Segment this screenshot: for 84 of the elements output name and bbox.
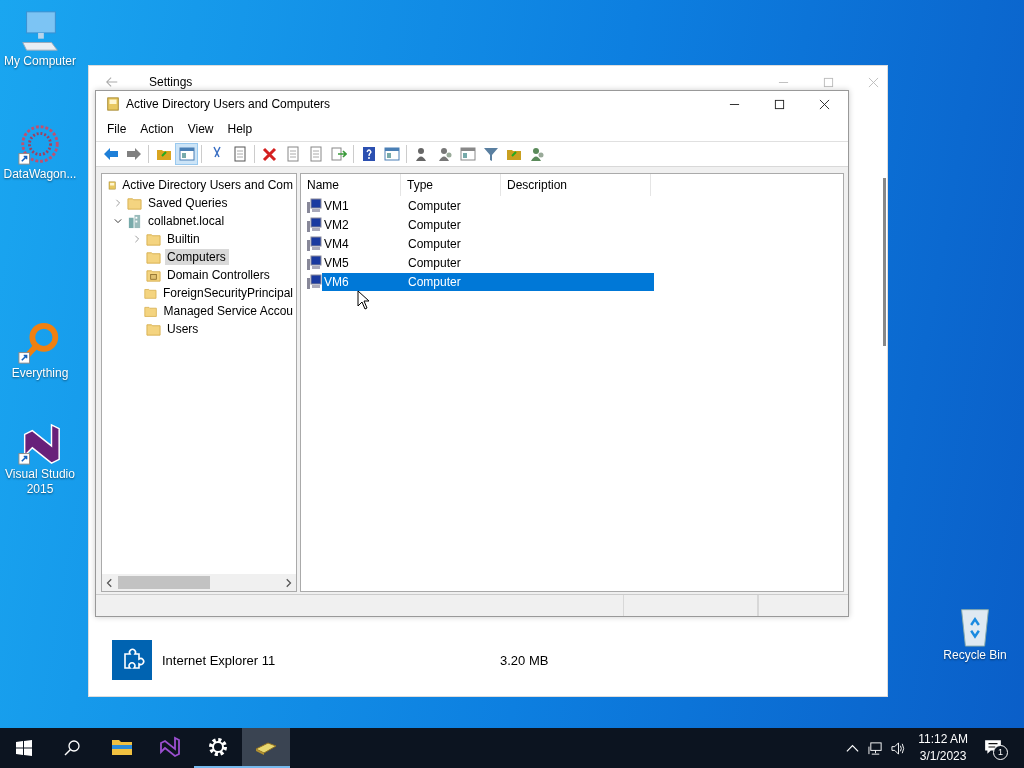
back-icon (102, 146, 119, 162)
list-row[interactable]: VM6 Computer (322, 272, 654, 291)
window-title: Settings (149, 75, 193, 89)
network-icon[interactable] (868, 740, 884, 756)
notification-badge: 1 (993, 745, 1008, 760)
table-cell: Computer (408, 274, 461, 289)
column-header[interactable]: Description (501, 174, 651, 196)
help-icon (360, 146, 377, 162)
addgroup-icon (528, 146, 545, 162)
tree-item[interactable]: Managed Service Accou (161, 303, 296, 319)
list-row[interactable]: VM5 Computer (322, 253, 654, 272)
table-cell-text: VM4 (324, 236, 350, 251)
tree-item[interactable]: ForeignSecurityPrincipal (160, 285, 296, 301)
folder-icon (146, 231, 161, 247)
folder-icon (146, 321, 161, 337)
aduc-taskbar-button[interactable] (242, 728, 290, 768)
menu-item[interactable]: View (180, 122, 221, 136)
tree-icon (178, 146, 195, 162)
app-size: 3.20 MB (500, 652, 549, 668)
computer-icon (306, 216, 322, 233)
menu-item[interactable]: File (100, 122, 134, 136)
scroll-left-icon[interactable] (105, 577, 115, 588)
scrollbar-thumb[interactable] (118, 576, 210, 589)
folder-icon (146, 267, 161, 283)
clock-date: 3/1/2023 (919, 748, 967, 765)
forward-icon (125, 146, 142, 162)
computer-icon (306, 273, 322, 290)
clock[interactable]: 11:12 AM 3/1/2023 (918, 731, 968, 765)
list-row[interactable]: VM1 Computer (322, 196, 654, 215)
book-icon (106, 97, 120, 111)
app-name[interactable]: Internet Explorer 11 (162, 652, 500, 668)
group-icon (436, 146, 453, 162)
visualstudio-icon[interactable] (17, 421, 63, 467)
table-cell-text: VM2 (324, 217, 350, 232)
filter-icon (482, 146, 499, 162)
tree-item[interactable]: Builtin (165, 231, 203, 247)
puzzle-icon (112, 640, 152, 680)
scrollbar[interactable] (883, 178, 886, 346)
column-header[interactable]: Type (401, 174, 501, 196)
pointer-icon (357, 290, 369, 310)
list-row[interactable]: VM2 Computer (322, 215, 654, 234)
tree-item[interactable]: collabnet.local (146, 213, 228, 229)
building-icon (127, 213, 142, 229)
export-icon (330, 146, 347, 162)
window-title: Active Directory Users and Computers (126, 97, 331, 111)
table-cell: Computer (408, 255, 461, 270)
visualstudio-icon (158, 735, 182, 759)
folder-icon (146, 249, 161, 265)
folder-icon (127, 195, 142, 211)
pane-icon (383, 146, 400, 162)
horizontal-scrollbar[interactable] (102, 574, 296, 591)
properties-icon (284, 146, 301, 162)
paste-icon (231, 146, 248, 162)
table-cell-text: VM6 (324, 274, 350, 289)
computer-icon (306, 254, 322, 271)
delete-icon (261, 146, 278, 162)
maximize-icon[interactable] (774, 98, 785, 110)
menu-item[interactable]: Help (220, 122, 260, 136)
windows-start-icon[interactable] (16, 740, 32, 756)
computer-icon (306, 235, 322, 252)
table-cell-text: VM5 (324, 255, 350, 270)
clock-time: 11:12 AM (918, 731, 968, 748)
icon-label[interactable]: Recycle Bin (937, 648, 1013, 663)
refresh-icon (307, 146, 324, 162)
search-icon[interactable] (64, 740, 80, 756)
column-header[interactable]: Name (301, 174, 401, 196)
list-row[interactable]: VM4 Computer (322, 234, 654, 253)
table-cell: Computer (408, 217, 461, 232)
volume-icon[interactable] (891, 740, 907, 756)
tree-item[interactable]: Users (165, 321, 202, 337)
computer-icon (306, 197, 322, 214)
tree-item[interactable]: Saved Queries (146, 195, 231, 211)
scroll-right-icon[interactable] (283, 577, 293, 588)
chevron-down-icon[interactable] (114, 217, 122, 225)
menu-item[interactable]: Action (133, 122, 181, 136)
close-icon[interactable] (819, 98, 830, 110)
settings-icon (206, 735, 230, 759)
table-cell: Computer (408, 198, 461, 213)
tree-item[interactable]: Active Directory Users and Com (120, 177, 296, 193)
tree-item[interactable]: Domain Controllers (165, 267, 273, 283)
table-cell-text: VM1 (324, 198, 350, 213)
tree-item[interactable]: Computers (165, 249, 229, 265)
tree-button[interactable] (175, 143, 198, 165)
table-cell: Computer (408, 236, 461, 251)
